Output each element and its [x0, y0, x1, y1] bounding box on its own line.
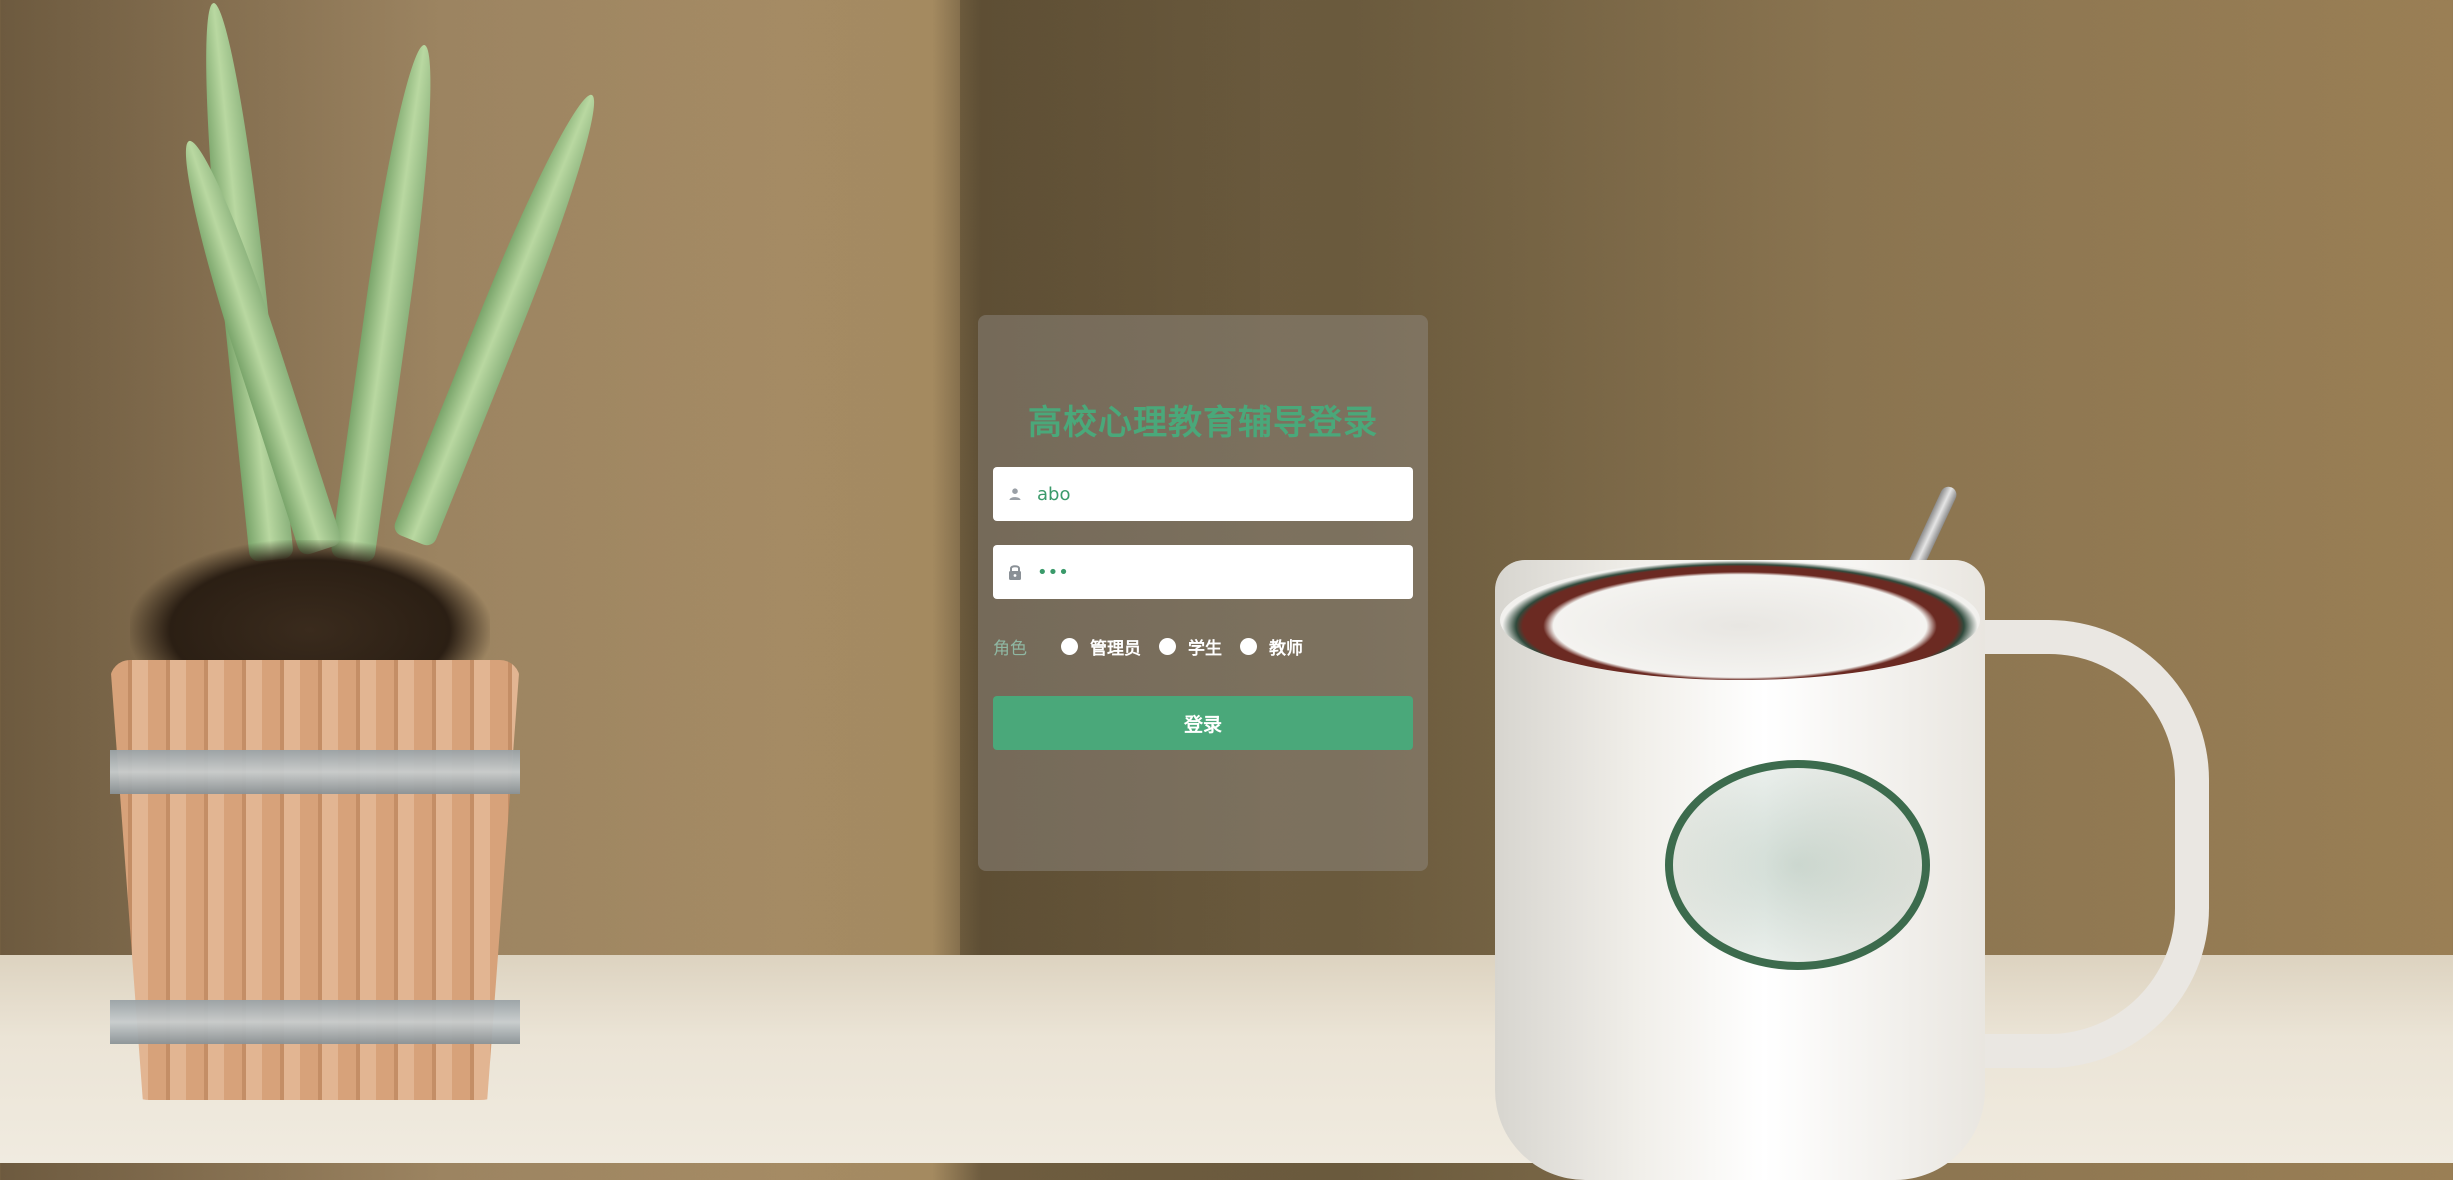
user-icon	[1005, 484, 1025, 504]
radio-button[interactable]	[1240, 637, 1257, 655]
pot-band	[110, 750, 520, 794]
role-option-admin[interactable]: 管理员	[1061, 634, 1141, 659]
mug-handle	[1955, 620, 2209, 1068]
password-field[interactable]	[993, 545, 1413, 599]
role-option-student[interactable]: 学生	[1159, 634, 1222, 659]
radio-button[interactable]	[1061, 637, 1078, 655]
role-option-teacher[interactable]: 教师	[1240, 634, 1303, 659]
login-card: 高校心理教育辅导登录 角色 管理员 学生	[978, 315, 1428, 871]
lock-icon	[1005, 562, 1025, 582]
mug-emblem	[1665, 760, 1930, 970]
role-option-label: 教师	[1269, 638, 1303, 659]
password-input[interactable]	[1037, 561, 1397, 583]
role-label: 角色	[993, 638, 1027, 659]
role-selector: 角色 管理员 学生 教师	[993, 631, 1413, 661]
page-title: 高校心理教育辅导登录	[1028, 403, 1378, 443]
radio-button[interactable]	[1159, 637, 1176, 655]
role-option-label: 管理员	[1090, 638, 1141, 659]
pot-band	[110, 1000, 520, 1044]
username-field[interactable]	[993, 467, 1413, 521]
username-input[interactable]	[1037, 483, 1397, 505]
role-option-label: 学生	[1188, 638, 1222, 659]
mug-rim	[1500, 560, 1980, 680]
login-button[interactable]: 登录	[993, 696, 1413, 750]
